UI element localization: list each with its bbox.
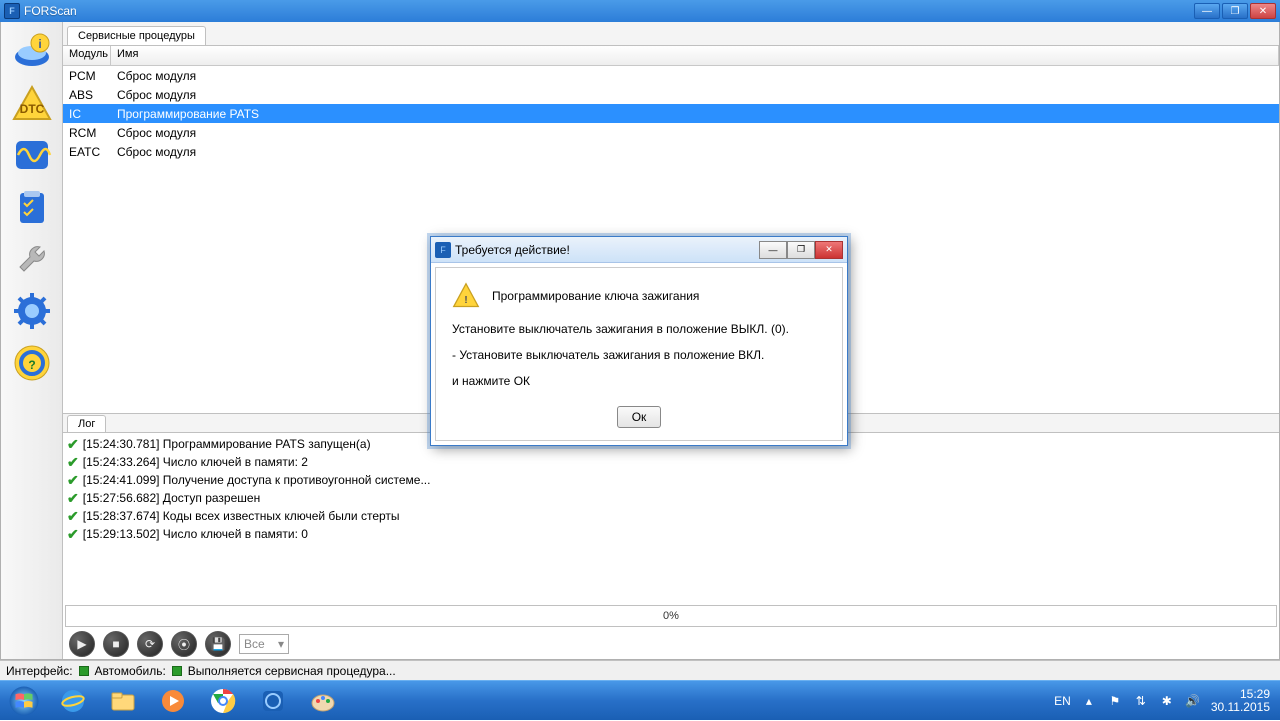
table-row[interactable]: ICПрограммирование PATS <box>63 104 1279 123</box>
filter-combo[interactable]: Все▾ <box>239 634 289 654</box>
col-name[interactable]: Имя <box>111 46 1279 65</box>
dialog-maximize-button[interactable]: ❐ <box>787 241 815 259</box>
table-row[interactable]: EATCСброс модуля <box>63 142 1279 161</box>
dtc-button[interactable]: DTC <box>9 80 55 126</box>
close-button[interactable]: ✕ <box>1250 3 1276 19</box>
status-vehicle-label: Автомобиль: <box>95 664 166 678</box>
log-line: ✔[15:28:37.674] Коды всех известных ключ… <box>67 507 1275 525</box>
cell-name: Сброс модуля <box>111 145 1279 159</box>
clock[interactable]: 15:29 30.11.2015 <box>1211 688 1270 714</box>
progress-text: 0% <box>663 610 679 622</box>
cell-name: Сброс модуля <box>111 88 1279 102</box>
taskbar-paint[interactable] <box>298 683 348 719</box>
table-row[interactable]: RCMСброс модуля <box>63 123 1279 142</box>
window-titlebar: F FORScan — ❐ ✕ <box>0 0 1280 22</box>
table-body: PCMСброс модуляABSСброс модуляICПрограмм… <box>63 66 1279 161</box>
status-operation: Выполняется сервисная процедура... <box>188 664 396 678</box>
bluetooth-icon[interactable]: ✱ <box>1159 693 1175 709</box>
cell-module: PCM <box>63 69 111 83</box>
maximize-button[interactable]: ❐ <box>1222 3 1248 19</box>
service-button[interactable] <box>9 236 55 282</box>
cell-module: IC <box>63 107 111 121</box>
vehicle-indicator <box>172 666 182 676</box>
dialog-line1: Установите выключатель зажигания в полож… <box>452 322 826 336</box>
dialog-title: Требуется действие! <box>455 243 755 257</box>
stop-button[interactable]: ■ <box>103 631 129 657</box>
play-button[interactable]: ▶ <box>69 631 95 657</box>
taskbar-forscan[interactable] <box>248 683 298 719</box>
dialog-app-icon: F <box>435 242 451 258</box>
taskbar-wmp[interactable] <box>148 683 198 719</box>
window-title: FORScan <box>24 4 1194 18</box>
record-button[interactable]: ⦿ <box>171 631 197 657</box>
ok-button[interactable]: Ок <box>617 406 662 428</box>
save-button[interactable]: 💾 <box>205 631 231 657</box>
status-bar: Интерфейс: Автомобиль: Выполняется серви… <box>0 660 1280 680</box>
tab-log[interactable]: Лог <box>67 415 106 432</box>
check-icon: ✔ <box>67 525 79 543</box>
left-toolbar: i DTC ? <box>1 22 63 659</box>
log-line: ✔[15:24:41.099] Получение доступа к прот… <box>67 471 1275 489</box>
check-icon: ✔ <box>67 507 79 525</box>
cell-name: Сброс модуля <box>111 126 1279 140</box>
start-button[interactable] <box>0 681 48 721</box>
tests-button[interactable] <box>9 184 55 230</box>
col-module[interactable]: Модуль <box>63 46 111 65</box>
status-interface-label: Интерфейс: <box>6 664 73 678</box>
settings-button[interactable] <box>9 288 55 334</box>
network-icon[interactable]: ⇅ <box>1133 693 1149 709</box>
volume-icon[interactable]: 🔊 <box>1185 693 1201 709</box>
cell-name: Сброс модуля <box>111 69 1279 83</box>
dialog-heading: Программирование ключа зажигания <box>492 289 699 303</box>
cell-module: EATC <box>63 145 111 159</box>
table-row[interactable]: ABSСброс модуля <box>63 85 1279 104</box>
dialog-line3: и нажмите ОК <box>452 374 826 388</box>
taskbar: EN ▴ ⚑ ⇅ ✱ 🔊 15:29 30.11.2015 <box>0 680 1280 720</box>
dialog-titlebar[interactable]: F Требуется действие! — ❐ ✕ <box>431 237 847 263</box>
warning-icon: ! <box>452 282 480 310</box>
dialog-minimize-button[interactable]: — <box>759 241 787 259</box>
bottom-toolbar: ▶ ■ ⟳ ⦿ 💾 Все▾ <box>63 629 1279 659</box>
cell-name: Программирование PATS <box>111 107 1279 121</box>
svg-text:DTC: DTC <box>19 102 44 116</box>
check-icon: ✔ <box>67 453 79 471</box>
lang-indicator[interactable]: EN <box>1054 694 1071 708</box>
dialog-line2: - Установите выключатель зажигания в пол… <box>452 348 826 362</box>
svg-text:i: i <box>38 37 41 51</box>
taskbar-chrome[interactable] <box>198 683 248 719</box>
tab-row: Сервисные процедуры <box>63 22 1279 46</box>
svg-text:!: ! <box>464 294 468 306</box>
cell-module: RCM <box>63 126 111 140</box>
tab-service-procedures[interactable]: Сервисные процедуры <box>67 26 206 45</box>
progress-bar: 0% <box>65 605 1277 627</box>
interface-indicator <box>79 666 89 676</box>
cell-module: ABS <box>63 88 111 102</box>
svg-text:?: ? <box>28 358 35 372</box>
taskbar-explorer[interactable] <box>98 683 148 719</box>
help-button[interactable]: ? <box>9 340 55 386</box>
action-required-dialog: F Требуется действие! — ❐ ✕ ! Программир… <box>430 236 848 446</box>
log-line: ✔[15:29:13.502] Число ключей в памяти: 0 <box>67 525 1275 543</box>
dialog-close-button[interactable]: ✕ <box>815 241 843 259</box>
table-row[interactable]: PCMСброс модуля <box>63 66 1279 85</box>
check-icon: ✔ <box>67 471 79 489</box>
app-icon: F <box>4 3 20 19</box>
table-header: Модуль Имя <box>63 46 1279 66</box>
oscilloscope-button[interactable] <box>9 132 55 178</box>
taskbar-ie[interactable] <box>48 683 98 719</box>
reload-button[interactable]: ⟳ <box>137 631 163 657</box>
log-line: ✔[15:27:56.682] Доступ разрешен <box>67 489 1275 507</box>
minimize-button[interactable]: — <box>1194 3 1220 19</box>
action-center-icon[interactable]: ⚑ <box>1107 693 1123 709</box>
log-line: ✔[15:24:33.264] Число ключей в памяти: 2 <box>67 453 1275 471</box>
show-hidden-icons[interactable]: ▴ <box>1081 693 1097 709</box>
check-icon: ✔ <box>67 489 79 507</box>
system-tray: EN ▴ ⚑ ⇅ ✱ 🔊 15:29 30.11.2015 <box>1054 688 1280 714</box>
check-icon: ✔ <box>67 435 79 453</box>
log-body: ✔[15:24:30.781] Программирование PATS за… <box>63 433 1279 603</box>
vehicle-info-button[interactable]: i <box>9 28 55 74</box>
